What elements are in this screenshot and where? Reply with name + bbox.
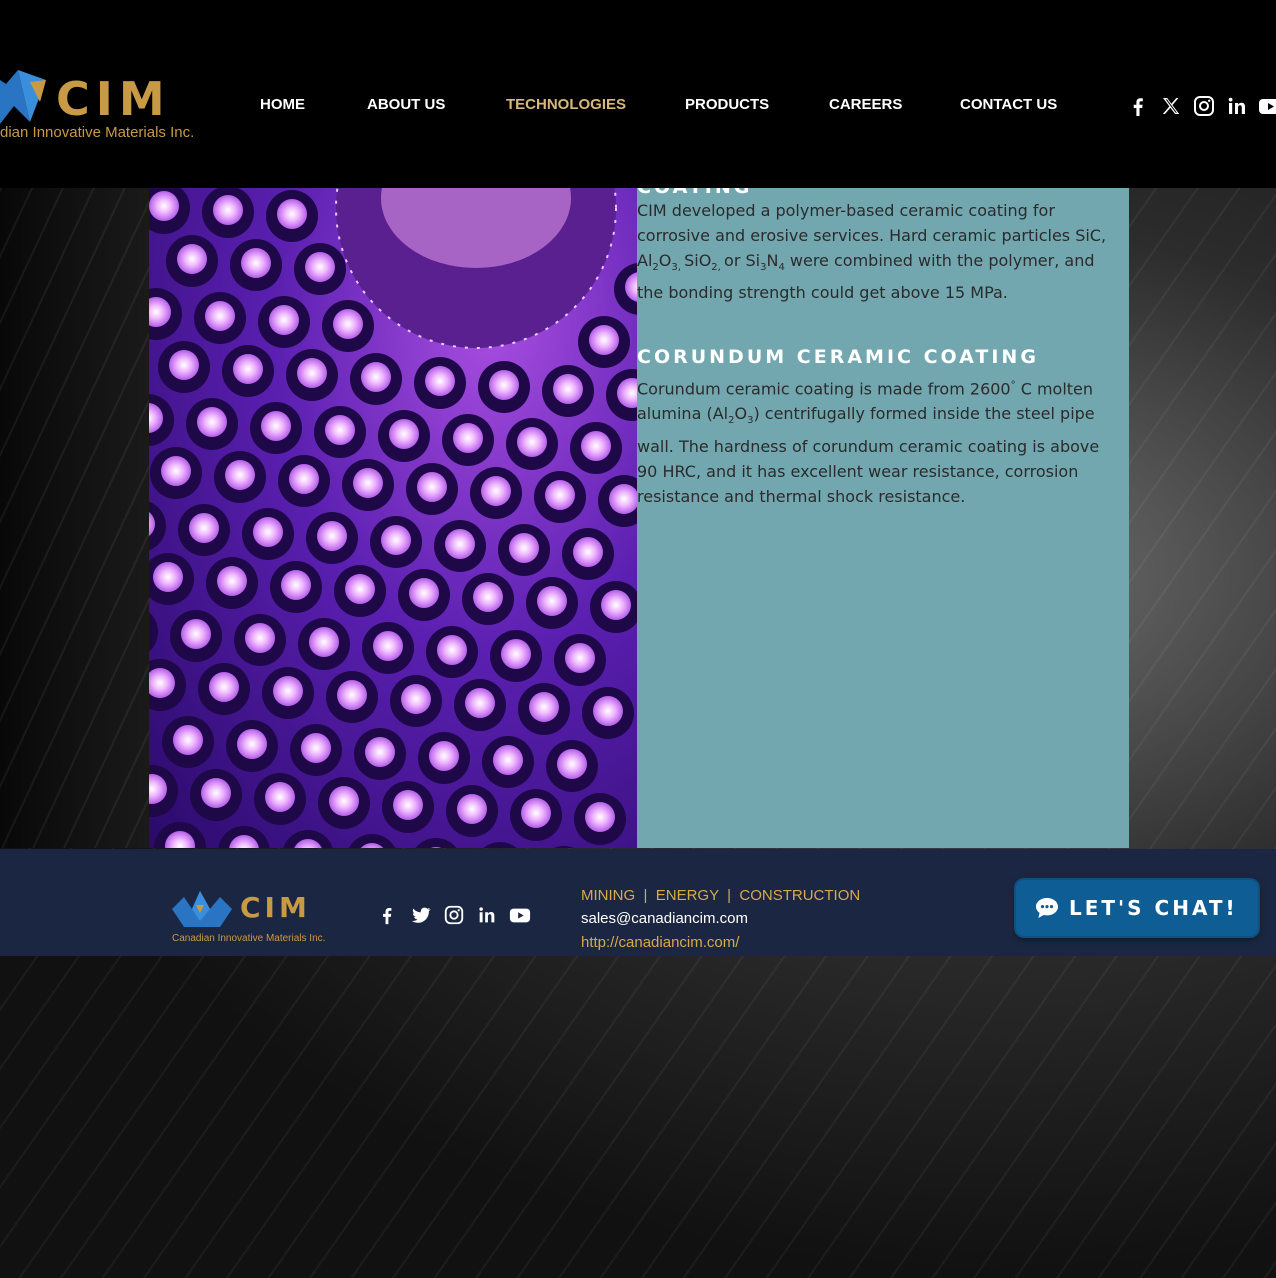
instagram-icon[interactable] — [1192, 94, 1216, 118]
chat-bubble-icon — [1036, 898, 1058, 918]
facebook-icon[interactable] — [1126, 94, 1150, 118]
logo-tagline: dian Innovative Materials Inc. — [0, 124, 195, 141]
nav-technologies[interactable]: TECHNOLOGIES — [506, 96, 626, 113]
footer-website-link[interactable]: http://canadiancim.com/ — [581, 934, 739, 951]
corundum-paragraph: Corundum ceramic coating is made from 26… — [637, 379, 1100, 506]
footer-logo-tagline: Canadian Innovative Materials Inc. — [172, 933, 326, 944]
footer-email-link[interactable]: sales@canadiancim.com — [581, 910, 748, 927]
nav-contact-us[interactable]: CONTACT US — [960, 96, 1057, 113]
x-icon[interactable] — [1159, 94, 1183, 118]
corundum-heading: CORUNDUM CERAMIC COATING — [637, 346, 1039, 368]
twitter-icon[interactable] — [410, 904, 432, 926]
lets-chat-button[interactable]: LET'S CHAT! — [1016, 880, 1258, 936]
footer-tagline: MINING | ENERGY | CONSTRUCTION — [581, 887, 861, 904]
facebook-icon[interactable] — [376, 904, 398, 926]
linkedin-icon[interactable] — [476, 904, 498, 926]
footer-logo[interactable]: CIM Canadian Innovative Materials Inc. — [170, 887, 345, 947]
ceramic-nozzle-photo — [149, 188, 637, 848]
site-logo[interactable]: CIM dian Innovative Materials Inc. — [0, 58, 205, 148]
logo-mark-icon — [172, 891, 232, 927]
nav-careers[interactable]: CAREERS — [829, 96, 902, 113]
nav-products[interactable]: PRODUCTS — [685, 96, 769, 113]
section-heading-cut: COATING — [637, 188, 752, 198]
footer-logo-wordmark: CIM — [240, 891, 311, 924]
site-header: CIM dian Innovative Materials Inc. HOME … — [0, 0, 1276, 188]
nav-home[interactable]: HOME — [260, 96, 305, 113]
logo-wordmark: CIM — [56, 72, 171, 126]
content-panel: COATING CIM developed a polymer-based ce… — [637, 188, 1129, 848]
chat-label: LET'S CHAT! — [1069, 896, 1238, 920]
youtube-icon[interactable] — [1258, 94, 1276, 118]
polymer-coating-paragraph: CIM developed a polymer-based ceramic co… — [637, 201, 1107, 303]
nav-about-us[interactable]: ABOUT US — [367, 96, 445, 113]
youtube-icon[interactable] — [509, 904, 531, 926]
left-background-strip — [0, 188, 149, 848]
instagram-icon[interactable] — [443, 904, 465, 926]
logo-mark-icon — [0, 70, 46, 124]
linkedin-icon[interactable] — [1225, 94, 1249, 118]
